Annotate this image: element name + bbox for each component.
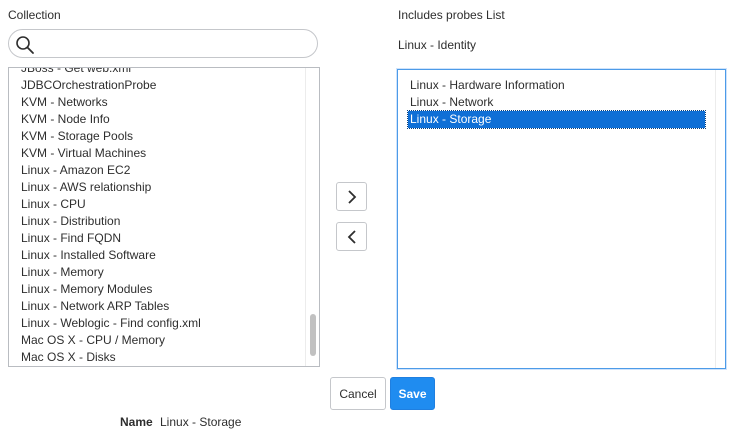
includes-list[interactable]: Linux - Hardware Information Linux - Netw… xyxy=(397,69,726,369)
collection-item[interactable]: KVM - Storage Pools xyxy=(9,128,305,145)
collection-scrollbar[interactable] xyxy=(305,68,319,366)
collection-item[interactable]: Linux - Memory xyxy=(9,264,305,281)
collection-item[interactable]: KVM - Node Info xyxy=(9,111,305,128)
collection-item[interactable]: Linux - Find FQDN xyxy=(9,230,305,247)
collection-item[interactable]: Mac OS X - Disks xyxy=(9,349,305,366)
collection-label: Collection xyxy=(8,8,61,22)
name-value: Linux - Storage xyxy=(160,415,242,429)
collection-item[interactable]: Linux - AWS relationship xyxy=(9,179,305,196)
collection-item[interactable]: JBoss - Get web.xml xyxy=(9,68,305,77)
save-button[interactable]: Save xyxy=(390,377,435,410)
collection-item[interactable]: Linux - Installed Software xyxy=(9,247,305,264)
includes-item[interactable]: Linux - Network xyxy=(408,94,705,111)
remove-from-list-button[interactable] xyxy=(336,222,367,251)
includes-label: Includes probes List xyxy=(398,8,505,22)
search-icon xyxy=(15,35,35,55)
collection-item[interactable]: Linux - Amazon EC2 xyxy=(9,162,305,179)
collection-search-input[interactable] xyxy=(39,33,313,55)
includes-item[interactable]: Linux - Storage xyxy=(407,110,706,129)
name-label: Name xyxy=(120,415,153,429)
includes-scrollbar[interactable] xyxy=(715,70,725,368)
includes-parent: Linux - Identity xyxy=(398,38,477,52)
chevron-right-icon xyxy=(347,189,356,204)
collection-scrollbar-thumb[interactable] xyxy=(310,314,316,356)
collection-item[interactable]: Linux - CPU xyxy=(9,196,305,213)
collection-list[interactable]: JBoss - Get web.xml JDBCOrchestrationProb… xyxy=(8,67,320,367)
includes-item[interactable]: Linux - Hardware Information xyxy=(408,77,705,94)
add-to-list-button[interactable] xyxy=(336,182,367,211)
collection-item[interactable]: Linux - Weblogic - Find config.xml xyxy=(9,315,305,332)
collection-item[interactable]: Linux - Distribution xyxy=(9,213,305,230)
collection-item[interactable]: KVM - Networks xyxy=(9,94,305,111)
collection-item[interactable]: JDBCOrchestrationProbe xyxy=(9,77,305,94)
collection-search[interactable] xyxy=(8,29,318,58)
chevron-left-icon xyxy=(347,229,356,244)
collection-item[interactable]: Linux - Memory Modules xyxy=(9,281,305,298)
collection-item[interactable]: Mac OS X - CPU / Memory xyxy=(9,332,305,349)
collection-item[interactable]: Linux - Network ARP Tables xyxy=(9,298,305,315)
cancel-button[interactable]: Cancel xyxy=(330,377,386,410)
collection-item[interactable]: KVM - Virtual Machines xyxy=(9,145,305,162)
